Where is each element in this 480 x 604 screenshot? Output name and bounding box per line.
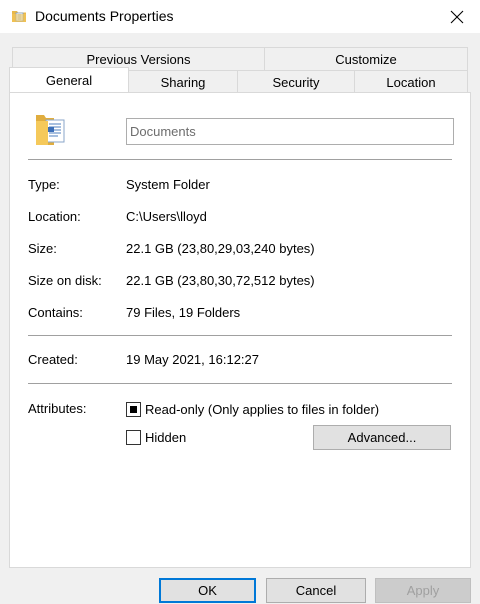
ok-button[interactable]: OK (159, 578, 256, 603)
hidden-checkbox[interactable] (126, 430, 141, 445)
close-button[interactable] (434, 0, 480, 33)
tab-location[interactable]: Location (354, 70, 468, 93)
separator (28, 335, 452, 336)
size-on-disk-value: 22.1 GB (23,80,30,72,512 bytes) (126, 273, 315, 288)
folder-documents-icon (12, 11, 26, 22)
contains-value: 79 Files, 19 Folders (126, 305, 241, 320)
title-bar: Documents Properties (0, 0, 480, 33)
separator (28, 159, 452, 160)
created-label: Created: (28, 352, 78, 367)
type-label: Type: (28, 177, 60, 192)
close-icon (450, 10, 464, 23)
tab-customize[interactable]: Customize (264, 47, 468, 70)
readonly-label: Read-only (Only applies to files in fold… (145, 402, 380, 417)
separator (28, 383, 452, 384)
apply-button[interactable]: Apply (375, 578, 471, 603)
tab-security[interactable]: Security (237, 70, 355, 93)
cancel-button[interactable]: Cancel (266, 578, 366, 603)
indeterminate-mark (130, 406, 137, 413)
type-value: System Folder (126, 177, 210, 192)
location-value: C:\Users\lloyd (126, 209, 207, 224)
general-panel: Type: System Folder Location: C:\Users\l… (9, 92, 471, 568)
size-on-disk-label: Size on disk: (28, 273, 102, 288)
created-value: 19 May 2021, 16:12:27 (126, 352, 259, 367)
folder-documents-icon (36, 115, 65, 145)
hidden-label: Hidden (145, 430, 187, 445)
advanced-button[interactable]: Advanced... (313, 425, 451, 450)
tab-sharing[interactable]: Sharing (128, 70, 238, 93)
folder-name-field[interactable] (126, 118, 454, 145)
contains-label: Contains: (28, 305, 83, 320)
window-title: Documents Properties (35, 8, 174, 24)
size-value: 22.1 GB (23,80,29,03,240 bytes) (126, 241, 315, 256)
readonly-checkbox[interactable] (126, 402, 141, 417)
size-label: Size: (28, 241, 57, 256)
attributes-label: Attributes: (28, 401, 87, 416)
tab-general[interactable]: General (9, 67, 129, 92)
location-label: Location: (28, 209, 81, 224)
